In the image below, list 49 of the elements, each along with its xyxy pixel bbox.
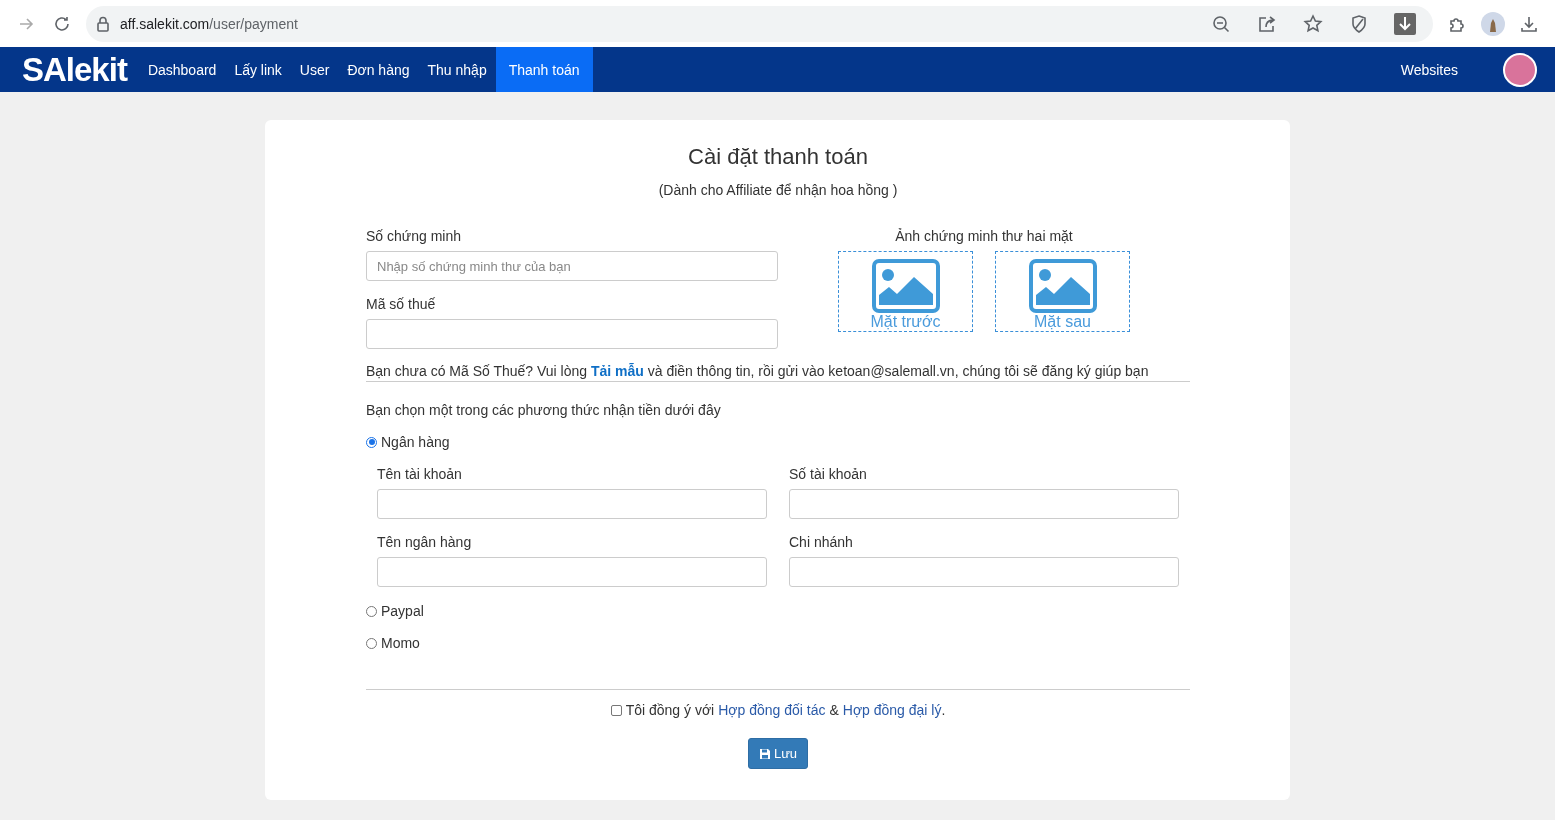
nav-item[interactable]: Thanh toán bbox=[495, 47, 593, 92]
lock-icon bbox=[96, 15, 110, 32]
websites-link[interactable]: Websites bbox=[1391, 47, 1467, 92]
radio-label: Ngân hàng bbox=[381, 434, 450, 450]
radio-label: Paypal bbox=[381, 603, 424, 619]
nav-item[interactable]: Dashboard bbox=[138, 47, 226, 92]
agree-checkbox[interactable] bbox=[610, 704, 622, 716]
zoom-out-icon[interactable] bbox=[1211, 13, 1231, 34]
profile-avatar-icon[interactable] bbox=[1481, 11, 1505, 36]
field-label: Số chứng minh bbox=[366, 228, 462, 244]
field-label: Tên tài khoản bbox=[377, 466, 463, 482]
field-label: Tên ngân hàng bbox=[377, 534, 473, 550]
address-bar[interactable]: aff.salekit.com/user/payment bbox=[86, 5, 1433, 42]
agree-text: & bbox=[829, 702, 839, 718]
input-field[interactable]: Nhập số chứng minh thư của bạn bbox=[366, 251, 778, 281]
tax-note-text: Bạn chưa có Mã Số Thuế? Vui lòng bbox=[366, 363, 588, 379]
field-label: Mã số thuế bbox=[366, 296, 437, 312]
input-field[interactable] bbox=[366, 319, 778, 349]
nav-item[interactable]: Lấy link bbox=[225, 47, 291, 92]
agree-text: . bbox=[941, 702, 946, 718]
star-icon[interactable] bbox=[1303, 13, 1323, 34]
logo[interactable]: SAlekit bbox=[22, 50, 127, 89]
url-text: aff.salekit.com/user/payment bbox=[120, 15, 298, 32]
agree-text: Tôi đồng ý với bbox=[625, 702, 715, 718]
image-icon bbox=[871, 259, 940, 313]
download-icon[interactable] bbox=[1394, 12, 1416, 35]
field-label: Ảnh chứng minh thư hai mặt bbox=[895, 228, 1073, 244]
user-avatar[interactable] bbox=[1503, 52, 1537, 87]
input-field[interactable] bbox=[789, 557, 1179, 587]
tax-note-text: và điền thông tin, rồi gửi vào ketoan@salemall.vn, chúng tôi sẽ đăng ký giúp bạn bbox=[647, 363, 1149, 379]
page-title: Cài đặt thanh toán bbox=[687, 144, 869, 170]
input-field[interactable] bbox=[789, 489, 1179, 519]
contract-link[interactable]: Hợp đồng đối tác bbox=[718, 702, 826, 718]
nav-item[interactable]: User bbox=[290, 47, 339, 92]
field-label: Số tài khoản bbox=[789, 466, 868, 482]
shield-icon[interactable] bbox=[1349, 13, 1369, 34]
save-button[interactable]: Lưu bbox=[747, 738, 809, 769]
field-label: Chi nhánh bbox=[789, 534, 854, 550]
methods-prompt: Bạn chọn một trong các phương thức nhận tiền dưới đây bbox=[366, 402, 722, 418]
image-icon bbox=[1028, 259, 1097, 313]
share-icon[interactable] bbox=[1257, 13, 1277, 34]
page-subtitle: (Dành cho Affiliate để nhận hoa hồng ) bbox=[657, 182, 899, 198]
contract-link[interactable]: Hợp đồng đại lý bbox=[842, 702, 942, 718]
nav-item[interactable]: Thu nhập bbox=[418, 47, 496, 92]
nav-item[interactable]: Đơn hàng bbox=[338, 47, 419, 92]
download-template-link[interactable]: Tải mẫu bbox=[590, 363, 644, 379]
input-field[interactable] bbox=[377, 489, 767, 519]
input-field[interactable] bbox=[377, 557, 767, 587]
radio-label: Momo bbox=[381, 635, 420, 651]
